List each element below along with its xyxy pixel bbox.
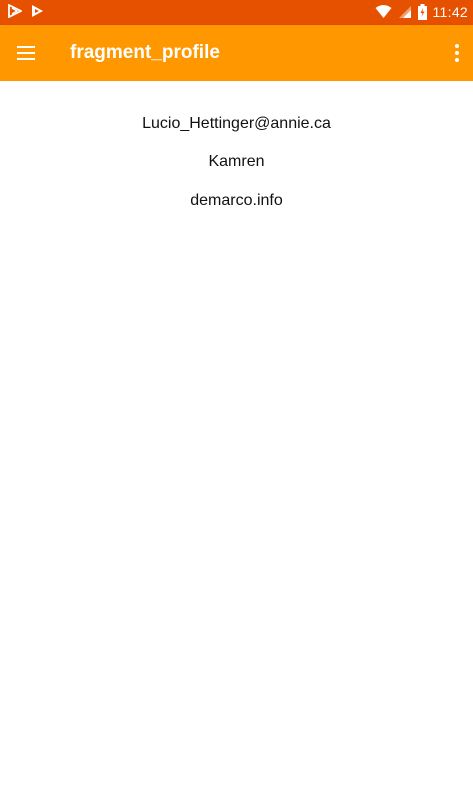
profile-name: Kamren [208,153,265,170]
status-right-icons: 11:42 [375,2,469,22]
status-bar: 11:42 [0,0,473,25]
cell-signal-icon [398,6,411,18]
app-toolbar: fragment_profile [0,25,473,81]
profile-email: Lucio_Hettinger@annie.ca [142,115,331,132]
status-left-icons [8,4,44,18]
more-vertical-icon[interactable] [452,42,462,64]
profile-content: Lucio_Hettinger@annie.ca Kamren demarco.… [0,81,473,795]
wifi-icon [375,5,391,18]
play-store-icon [32,5,43,17]
battery-charging-icon [417,4,427,20]
notification-arrow-icon [8,4,22,18]
status-time: 11:42 [432,4,468,20]
hamburger-menu-icon[interactable] [15,44,37,62]
profile-website: demarco.info [190,192,283,209]
toolbar-title: fragment_profile [70,42,220,63]
